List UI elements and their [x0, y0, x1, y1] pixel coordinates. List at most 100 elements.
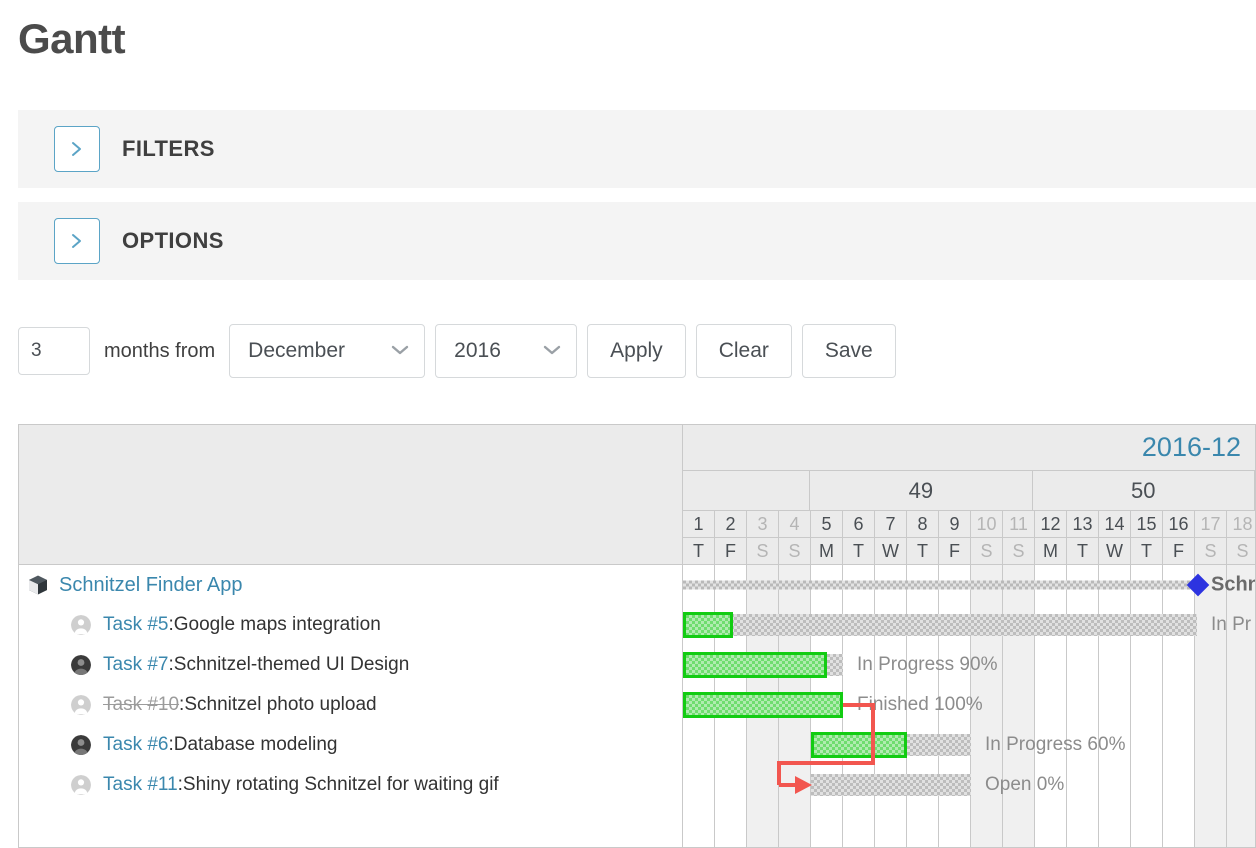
timeline-bar-rows: Schn In Pr In Progress 90% Finished 100%In … — [683, 565, 1255, 847]
gantt-task-pane-header — [19, 425, 682, 565]
day-of-week-cell: S — [747, 538, 779, 564]
task-row[interactable]: Task #10: Schnitzel photo upload — [19, 685, 682, 725]
filters-expand-button[interactable] — [54, 126, 100, 172]
task-name: Google maps integration — [173, 614, 381, 635]
bar-status-label: Schn — [1211, 573, 1255, 596]
timeline-row: In Pr — [683, 605, 1255, 645]
month-select[interactable]: December — [229, 324, 426, 378]
task-name: Shiny rotating Schnitzel for waiting gif — [182, 774, 499, 795]
task-progress-bar[interactable] — [683, 692, 843, 718]
timeline-week-header: 49 50 — [683, 471, 1255, 511]
months-count-input[interactable] — [18, 327, 90, 375]
avatar-photo-icon — [71, 655, 91, 675]
avatar-placeholder-icon — [71, 695, 91, 715]
day-number-cell: 4 — [779, 511, 811, 537]
timeline-body: Schn In Pr In Progress 90% Finished 100%In … — [683, 565, 1255, 847]
task-row[interactable]: Task #5: Google maps integration — [19, 605, 682, 645]
gantt-timeline-pane: 2016-12 49 50 1 2 3 4 5 6 7 8 9 10 11 12 13 14 15 16 17 18… — [683, 425, 1255, 847]
filters-panel[interactable]: FILTERS — [18, 110, 1256, 188]
gantt-task-pane: Schnitzel Finder App Task #5: Google maps… — [19, 425, 683, 847]
chevron-down-icon — [390, 339, 410, 363]
day-of-week-cell: S — [1003, 538, 1035, 564]
day-of-week-cell: F — [1163, 538, 1195, 564]
options-panel-label: OPTIONS — [122, 228, 224, 253]
day-of-week-cell: S — [971, 538, 1003, 564]
options-panel[interactable]: OPTIONS — [18, 202, 1256, 280]
timeline-row: Finished 100% — [683, 685, 1255, 725]
project-summary-bar[interactable] — [683, 580, 1197, 590]
apply-button[interactable]: Apply — [587, 324, 686, 378]
task-row[interactable]: Task #6: Database modeling — [19, 725, 682, 765]
day-number-cell: 16 — [1163, 511, 1195, 537]
day-number-cell: 15 — [1131, 511, 1163, 537]
task-id-link[interactable]: Task #11 — [103, 774, 178, 796]
months-from-label: months from — [104, 339, 216, 362]
options-expand-button[interactable] — [54, 218, 100, 264]
day-of-week-cell: T — [907, 538, 939, 564]
day-of-week-cell: M — [1035, 538, 1067, 564]
avatar-placeholder-icon — [71, 615, 91, 635]
chevron-right-icon — [69, 138, 85, 160]
day-of-week-cell: T — [1067, 538, 1099, 564]
task-id-link[interactable]: Task #6 — [103, 734, 168, 756]
day-of-week-cell: F — [715, 538, 747, 564]
timeline-day-header: 1 2 3 4 5 6 7 8 9 10 11 12 13 14 15 16 17 18 — [683, 511, 1255, 538]
task-name: Schnitzel photo upload — [184, 694, 377, 715]
task-row[interactable]: Task #7: Schnitzel-themed UI Design — [19, 645, 682, 685]
day-number-cell: 2 — [715, 511, 747, 537]
save-button[interactable]: Save — [801, 324, 896, 378]
chevron-right-icon — [69, 230, 85, 252]
day-of-week-cell: T — [683, 538, 715, 564]
task-id-link[interactable]: Task #10 — [103, 694, 179, 716]
clear-button[interactable]: Clear — [695, 324, 792, 378]
gantt-task-list: Schnitzel Finder App Task #5: Google maps… — [19, 565, 682, 847]
task-duration-bar[interactable] — [811, 774, 971, 796]
year-select[interactable]: 2016 — [435, 324, 578, 378]
range-controls: months from December 2016 Apply Clear Sa… — [18, 324, 906, 378]
day-number-cell: 3 — [747, 511, 779, 537]
gantt-chart: Schnitzel Finder App Task #5: Google maps… — [18, 424, 1256, 848]
day-number-cell: 11 — [1003, 511, 1035, 537]
page-title: Gantt — [18, 15, 126, 62]
task-id-link[interactable]: Task #5 — [103, 614, 168, 636]
task-duration-bar[interactable] — [683, 614, 1197, 636]
week-header-cell — [683, 471, 811, 510]
day-number-cell: 8 — [907, 511, 939, 537]
bar-status-label: In Pr — [1211, 614, 1252, 635]
timeline-month-label: 2016-12 — [683, 425, 1255, 471]
week-header-cell: 50 — [1033, 471, 1255, 510]
project-row[interactable]: Schnitzel Finder App — [19, 565, 682, 605]
day-of-week-cell: M — [811, 538, 843, 564]
task-progress-bar[interactable] — [683, 612, 733, 638]
task-progress-bar[interactable] — [683, 652, 827, 678]
month-select-value: December — [248, 339, 346, 362]
task-progress-bar[interactable] — [811, 732, 907, 758]
day-number-cell: 10 — [971, 511, 1003, 537]
day-number-cell: 9 — [939, 511, 971, 537]
bar-status-label: In Progress 60% — [985, 734, 1126, 755]
day-of-week-cell: F — [939, 538, 971, 564]
task-id-link[interactable]: Task #7 — [103, 654, 168, 676]
filters-panel-label: FILTERS — [122, 136, 215, 161]
day-of-week-cell: S — [1195, 538, 1227, 564]
day-number-cell: 12 — [1035, 511, 1067, 537]
year-select-value: 2016 — [454, 339, 501, 362]
bar-status-label: In Progress 90% — [857, 654, 998, 675]
timeline-row: In Progress 90% — [683, 645, 1255, 685]
cube-icon — [29, 575, 47, 595]
day-number-cell: 7 — [875, 511, 907, 537]
project-name[interactable]: Schnitzel Finder App — [59, 574, 242, 597]
day-number-cell: 18 — [1227, 511, 1255, 537]
timeline-dow-header: TFSSMTWTFSSMTWTFSS — [683, 538, 1255, 565]
day-of-week-cell: W — [1099, 538, 1131, 564]
milestone-diamond-icon[interactable] — [1186, 573, 1210, 597]
task-row[interactable]: Task #11: Shiny rotating Schnitzel for w… — [19, 765, 682, 805]
day-of-week-cell: W — [875, 538, 907, 564]
timeline-row: Open 0% — [683, 765, 1255, 805]
chevron-down-icon — [542, 339, 562, 363]
timeline-row: Schn — [683, 565, 1255, 605]
bar-status-label: Open 0% — [985, 774, 1065, 795]
day-number-cell: 1 — [683, 511, 715, 537]
day-of-week-cell: T — [843, 538, 875, 564]
bar-status-label: Finished 100% — [857, 694, 983, 715]
